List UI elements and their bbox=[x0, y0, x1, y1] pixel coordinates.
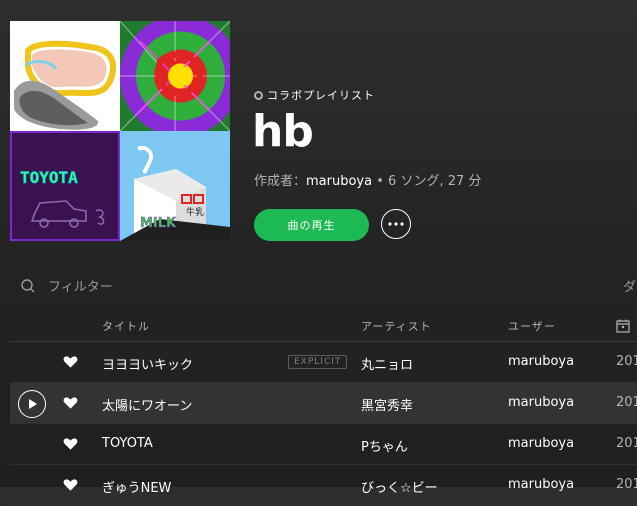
collab-dot-icon bbox=[254, 90, 263, 100]
filter-box[interactable]: フィルター bbox=[20, 276, 113, 295]
track-artist[interactable]: Pちゃん bbox=[361, 436, 408, 455]
playlist-meta: 作成者：maruboya • 6 ソング, 27 分 bbox=[254, 170, 481, 189]
cover-tile-milk: MILK 牛乳 bbox=[120, 131, 230, 241]
play-button[interactable]: 曲の再生 bbox=[254, 209, 369, 241]
svg-text:MILK: MILK bbox=[140, 216, 177, 231]
cover-tile-burst bbox=[120, 21, 230, 131]
calendar-icon bbox=[616, 319, 630, 333]
heart-icon[interactable] bbox=[63, 437, 78, 451]
more-options-button[interactable] bbox=[381, 209, 411, 239]
track-user[interactable]: maruboya bbox=[508, 436, 574, 451]
playlist-title: hb bbox=[252, 106, 314, 157]
track-artist[interactable]: 丸ニョロ bbox=[361, 354, 413, 373]
column-header-user[interactable]: ユーザー bbox=[508, 318, 556, 334]
track-date: 201 bbox=[616, 354, 637, 369]
track-date: 201 bbox=[616, 477, 637, 492]
track-title[interactable]: 太陽にワオーン bbox=[102, 395, 192, 414]
more-dots-icon bbox=[388, 222, 404, 226]
track-user[interactable]: maruboya bbox=[508, 477, 574, 492]
playlist-type-label: コラボプレイリスト bbox=[254, 87, 375, 103]
track-user[interactable]: maruboya bbox=[508, 354, 574, 369]
column-header-date[interactable] bbox=[616, 319, 630, 336]
download-label[interactable]: ダ bbox=[623, 276, 636, 295]
playlist-stats: • 6 ソング, 27 分 bbox=[372, 174, 482, 189]
explicit-badge: EXPLICIT bbox=[288, 355, 348, 369]
search-icon bbox=[21, 278, 35, 292]
track-date: 201 bbox=[616, 436, 637, 451]
cover-tile-toyota: TOYOTA bbox=[10, 131, 120, 241]
svg-text:TOYOTA: TOYOTA bbox=[20, 168, 78, 187]
svg-text:牛乳: 牛乳 bbox=[186, 206, 204, 218]
track-user[interactable]: maruboya bbox=[508, 395, 574, 410]
play-icon bbox=[29, 399, 37, 409]
track-title[interactable]: TOYOTA bbox=[102, 436, 153, 451]
column-header-title[interactable]: タイトル bbox=[102, 318, 150, 334]
track-date: 201 bbox=[616, 395, 637, 410]
track-row[interactable]: 太陽にワオーン 黒宮秀幸 maruboya 201 bbox=[10, 383, 637, 424]
filter-input[interactable]: フィルター bbox=[48, 276, 113, 295]
track-row[interactable]: ぎゅうNEW びっく☆ビー maruboya 201 bbox=[10, 465, 637, 506]
heart-icon[interactable] bbox=[63, 478, 78, 492]
owner-link[interactable]: maruboya bbox=[306, 174, 372, 189]
heart-icon[interactable] bbox=[63, 355, 78, 369]
track-artist[interactable]: 黒宮秀幸 bbox=[361, 395, 413, 414]
playlist-type-text: コラボプレイリスト bbox=[267, 89, 375, 102]
author-prefix: 作成者： bbox=[254, 174, 307, 189]
cover-tile-sketch bbox=[10, 21, 120, 131]
track-row[interactable]: ヨヨヨいキック EXPLICIT 丸ニョロ maruboya 201 bbox=[10, 342, 637, 383]
play-track-button[interactable] bbox=[18, 390, 46, 418]
column-header-artist[interactable]: アーティスト bbox=[361, 318, 432, 334]
playlist-cover[interactable]: TOYOTA MILK 牛乳 bbox=[10, 21, 230, 241]
track-title[interactable]: ヨヨヨいキック bbox=[102, 354, 193, 373]
track-row[interactable]: TOYOTA Pちゃん maruboya 201 bbox=[10, 424, 637, 465]
heart-icon[interactable] bbox=[63, 396, 78, 410]
